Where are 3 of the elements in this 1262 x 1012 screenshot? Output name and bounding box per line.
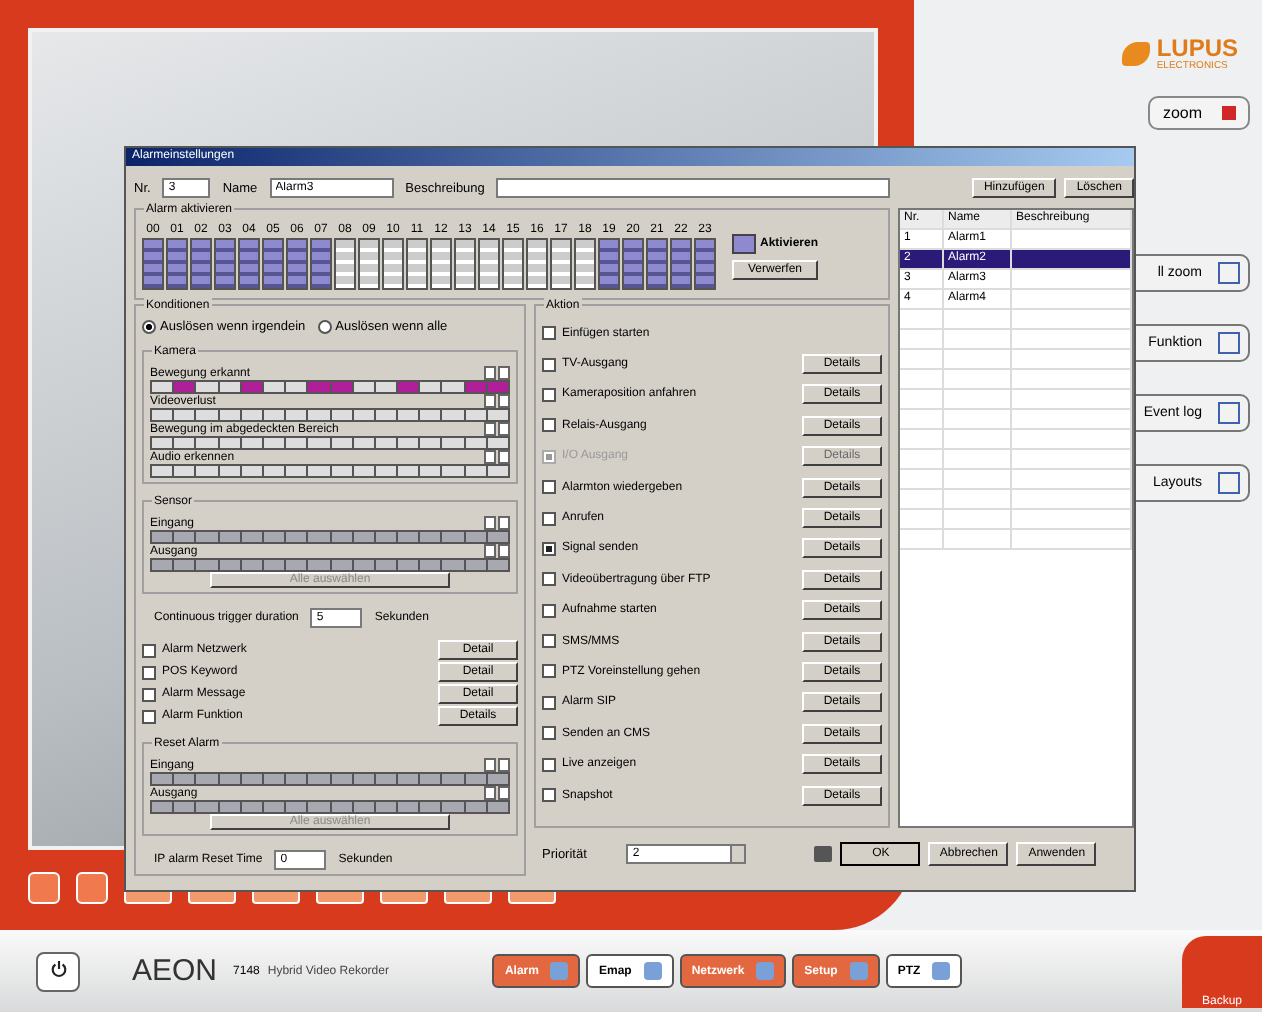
logo-text: LUPUS: [1156, 36, 1238, 60]
brand-text: AEON: [132, 954, 218, 988]
zoom-button[interactable]: zoom: [1148, 96, 1250, 130]
